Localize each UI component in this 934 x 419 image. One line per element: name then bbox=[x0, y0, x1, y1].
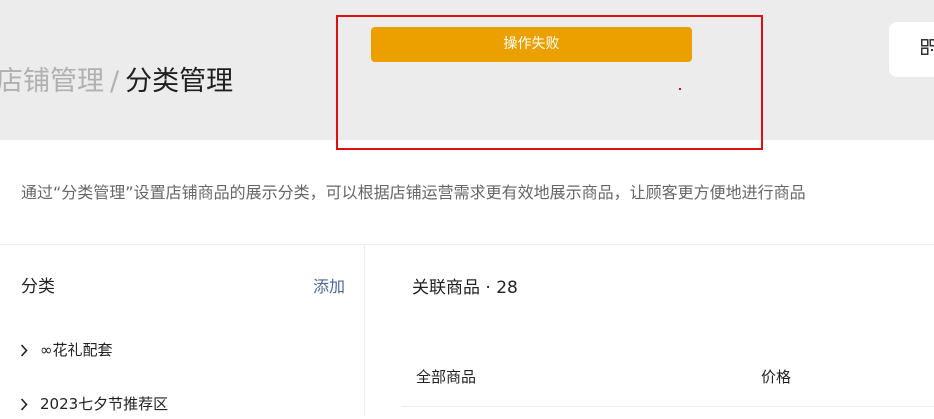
page-description: 通过“分类管理”设置店铺商品的展示分类，可以根据店铺运营需求更有效地展示商品，让… bbox=[21, 183, 806, 202]
breadcrumb: 店铺管理 / 分类管理 bbox=[0, 62, 233, 102]
related-products-count: 28 bbox=[496, 278, 518, 298]
chevron-right-icon bbox=[20, 337, 40, 365]
annotation-dot bbox=[679, 88, 681, 90]
page-title: 分类管理 bbox=[125, 66, 234, 97]
category-panel-title: 分类 bbox=[21, 277, 55, 297]
category-item[interactable]: 2023七夕节推荐区 bbox=[20, 391, 168, 417]
chevron-right-icon bbox=[20, 391, 40, 419]
count-separator: · bbox=[485, 278, 491, 298]
table-divider bbox=[401, 406, 934, 407]
qr-code-button[interactable] bbox=[889, 22, 934, 77]
category-item-label: ∞花礼配套 bbox=[40, 341, 113, 359]
column-header-all-products: 全部商品 bbox=[416, 368, 477, 386]
breadcrumb-parent[interactable]: 店铺管理 bbox=[0, 66, 104, 97]
add-category-button[interactable]: 添加 bbox=[313, 274, 345, 300]
divider bbox=[0, 244, 934, 245]
column-header-price[interactable]: 价格 bbox=[761, 364, 791, 390]
breadcrumb-separator: / bbox=[110, 66, 120, 97]
panel-divider bbox=[364, 245, 365, 416]
page-header: 店铺管理 / 分类管理 bbox=[0, 0, 934, 140]
qr-code-icon bbox=[921, 39, 934, 55]
error-toast: 操作失败 bbox=[371, 27, 692, 62]
category-item-label: 2023七夕节推荐区 bbox=[40, 395, 169, 413]
related-products-title: 关联商品 · 28 bbox=[412, 275, 518, 301]
related-products-label: 关联商品 bbox=[412, 278, 480, 298]
category-item[interactable]: ∞花礼配套 bbox=[20, 337, 113, 363]
